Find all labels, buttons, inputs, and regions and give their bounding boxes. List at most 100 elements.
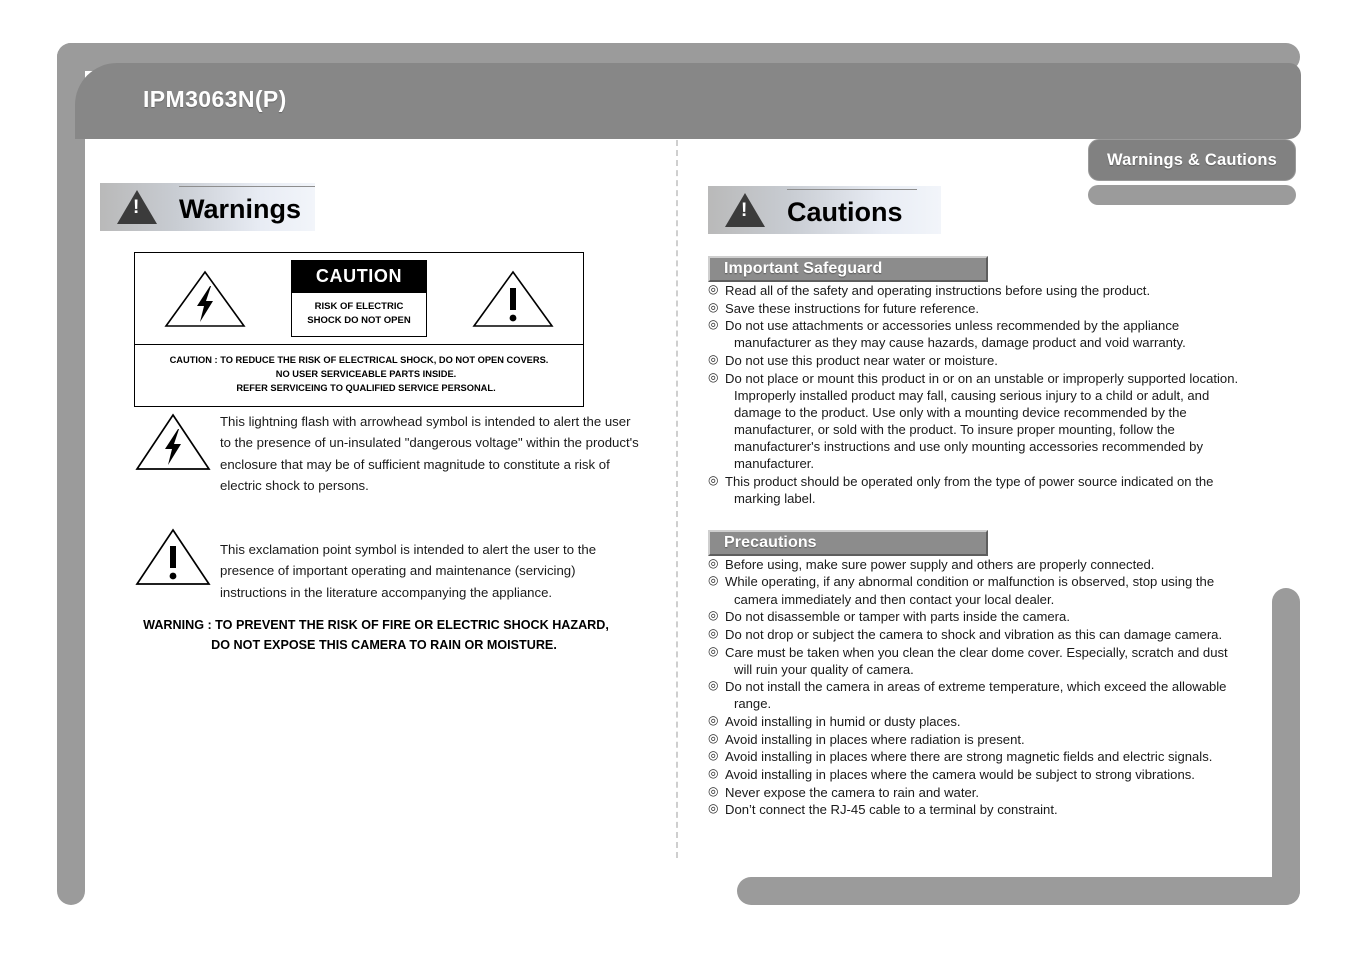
list-item-text: Save these instructions for future refer… [725, 300, 980, 316]
important-safeguard-list: ◎ Read all of the safety and operating in… [708, 282, 1253, 507]
list-item-text: This product should be operated only fro… [725, 474, 1214, 490]
final-warning-line-2: DO NOT EXPOSE THIS CAMERA TO RAIN OR MOI… [211, 637, 557, 652]
frame-right-bar [1272, 588, 1300, 905]
list-item: ◎ While operating, if any abnormal condit… [708, 573, 1253, 607]
list-item: ◎ Do not install the camera in areas of e… [708, 678, 1253, 712]
left-column: Warnings CAUTION RISK OF ELECTRIC SHOCK … [100, 183, 645, 652]
cautions-title-label: Cautions [787, 188, 916, 228]
spacer-above-safeguard [708, 234, 1253, 256]
column-divider [676, 140, 678, 858]
warnings-section-title: Warnings [100, 183, 316, 231]
lightning-symbol-note: This lightning flash with arrowhead symb… [134, 411, 644, 497]
list-item-text: Do not disassemble or tamper with parts … [725, 609, 1070, 625]
list-item-text: While operating, if any abnormal conditi… [725, 574, 1215, 590]
bullet-icon: ◎ [708, 766, 719, 781]
final-warning-block: WARNING : TO PREVENT THE RISK OF FIRE OR… [126, 616, 626, 655]
warning-triangle-icon [117, 190, 157, 224]
exclamation-triangle-icon [134, 526, 212, 593]
list-item-text: Avoid installing in places where radiati… [725, 731, 1025, 747]
section-tab-warnings-cautions: Warnings & Cautions [1088, 139, 1296, 181]
bullet-icon: ◎ [708, 730, 719, 745]
lightning-bolt-triangle-icon [163, 268, 247, 330]
bullet-icon: ◎ [708, 352, 719, 367]
caution-box-footer: CAUTION : TO REDUCE THE RISK OF ELECTRIC… [135, 345, 583, 406]
precautions-header: Precautions [708, 529, 988, 556]
list-item-text: Never expose the camera to rain and wate… [725, 784, 980, 800]
list-item-text: Do not drop or subject the camera to sho… [725, 626, 1223, 642]
list-item: ◎ Before using, make sure power supply an… [708, 556, 1253, 573]
caution-certificate-box: CAUTION RISK OF ELECTRIC SHOCK DO NOT OP… [134, 252, 584, 407]
frame-bottom-bar [737, 877, 1300, 905]
list-item: ◎ Avoid installing in humid or dusty plac… [708, 713, 1253, 730]
precautions-label: Precautions [724, 533, 817, 551]
list-item: ◎ Don’t connect the RJ-45 cable to a term… [708, 801, 1253, 818]
caution-label-box: CAUTION RISK OF ELECTRIC SHOCK DO NOT OP… [291, 260, 427, 337]
section-tab-label: Warnings & Cautions [1106, 150, 1278, 169]
list-item: ◎ Do not use attachments or accessories u… [708, 317, 1253, 351]
list-item-text: Don’t connect the RJ-45 cable to a termi… [725, 802, 1058, 818]
list-item: ◎ Care must be taken when you clean the c… [708, 644, 1253, 678]
list-item: ◎ Do not drop or subject the camera to sh… [708, 626, 1253, 643]
bullet-icon: ◎ [708, 317, 719, 332]
important-safeguard-label: Important Safeguard [724, 260, 883, 277]
precautions-list: ◎ Before using, make sure power supply an… [708, 556, 1253, 819]
exclamation-symbol-note-text: This exclamation point symbol is intende… [220, 542, 597, 600]
caution-risk-text: RISK OF ELECTRIC SHOCK DO NOT OPEN [292, 293, 426, 336]
frame-left-bar [57, 43, 85, 905]
list-item-text: Do not use attachments or accessories un… [725, 318, 1180, 334]
bullet-icon: ◎ [708, 783, 719, 798]
caution-label: CAUTION [292, 261, 426, 294]
bullet-icon: ◎ [708, 643, 719, 658]
final-warning-line-1: WARNING : TO PREVENT THE RISK OF FIRE OR… [143, 618, 609, 632]
list-item-text: Do not use this product near water or mo… [725, 353, 998, 369]
important-safeguard-header: Important Safeguard [708, 256, 988, 282]
lightning-bolt-triangle-icon [134, 411, 212, 478]
bullet-icon: ◎ [708, 801, 719, 816]
warning-triangle-icon [725, 193, 765, 227]
list-item-continuation: Improperly installed product may fall, c… [734, 387, 1210, 472]
list-item-text: Avoid installing in places where there a… [725, 749, 1213, 765]
list-item: ◎ Never expose the camera to rain and wat… [708, 784, 1253, 801]
lightning-symbol-note-text: This lightning flash with arrowhead symb… [220, 414, 639, 494]
bullet-icon: ◎ [708, 282, 719, 296]
bullet-icon: ◎ [708, 369, 719, 384]
bullet-icon: ◎ [708, 713, 719, 728]
bullet-icon: ◎ [708, 608, 719, 623]
list-item-continuation: marking label. [734, 491, 816, 507]
list-item: ◎ Avoid installing in places where there … [708, 748, 1253, 765]
right-column: Cautions Important Safeguard ◎ Read all o… [708, 186, 1253, 819]
caution-risk-line-2: SHOCK DO NOT OPEN [307, 315, 411, 326]
list-item-text: Before using, make sure power supply and… [725, 556, 1155, 572]
bullet-icon: ◎ [708, 625, 719, 640]
caution-footer-line-1: CAUTION : TO REDUCE THE RISK OF ELECTRIC… [169, 355, 549, 365]
list-item-text: Do not place or mount this product in or… [725, 370, 1239, 386]
list-item-continuation: camera immediately and then contact your… [734, 591, 1055, 607]
bullet-icon: ◎ [708, 299, 719, 314]
list-item: ◎ Read all of the safety and operating in… [708, 282, 1253, 299]
caution-footer-line-2: NO USER SERVICEABLE PARTS INSIDE. [275, 368, 457, 379]
list-item-continuation: range. [734, 696, 772, 712]
list-item-continuation: will ruin your quality of camera. [734, 661, 914, 677]
list-item-continuation: manufacturer as they may cause hazards, … [734, 335, 1186, 351]
cautions-section-title: Cautions [708, 186, 941, 234]
model-title: IPM3063N(P) [143, 86, 287, 112]
exclamation-symbol-note: This exclamation point symbol is intende… [134, 526, 644, 603]
bullet-icon: ◎ [708, 678, 719, 693]
caution-risk-line-1: RISK OF ELECTRIC [314, 301, 404, 313]
list-item-text: Read all of the safety and operating ins… [725, 283, 1151, 298]
list-item: ◎ Do not place or mount this product in o… [708, 370, 1253, 473]
list-item: ◎ Avoid installing in places where radiat… [708, 731, 1253, 748]
bullet-icon: ◎ [708, 555, 719, 570]
list-item: ◎ Avoid installing in places where the ca… [708, 766, 1253, 783]
warnings-title-label: Warnings [179, 185, 316, 225]
list-item-text: Avoid installing in humid or dusty place… [725, 714, 961, 730]
list-item: ◎ Do not disassemble or tamper with parts… [708, 608, 1253, 625]
spacer-above-precautions [708, 508, 1253, 530]
list-item-text: Avoid installing in places where the cam… [725, 767, 1195, 783]
caution-footer-line-3: REFER SERVICEING TO QUALIFIED SERVICE PE… [236, 382, 496, 393]
list-item: ◎ Save these instructions for future refe… [708, 300, 1253, 317]
exclamation-triangle-icon [471, 268, 555, 330]
caution-box-symbols-row: CAUTION RISK OF ELECTRIC SHOCK DO NOT OP… [135, 253, 583, 345]
list-item: ◎ Do not use this product near water or m… [708, 352, 1253, 369]
bullet-icon: ◎ [708, 573, 719, 588]
